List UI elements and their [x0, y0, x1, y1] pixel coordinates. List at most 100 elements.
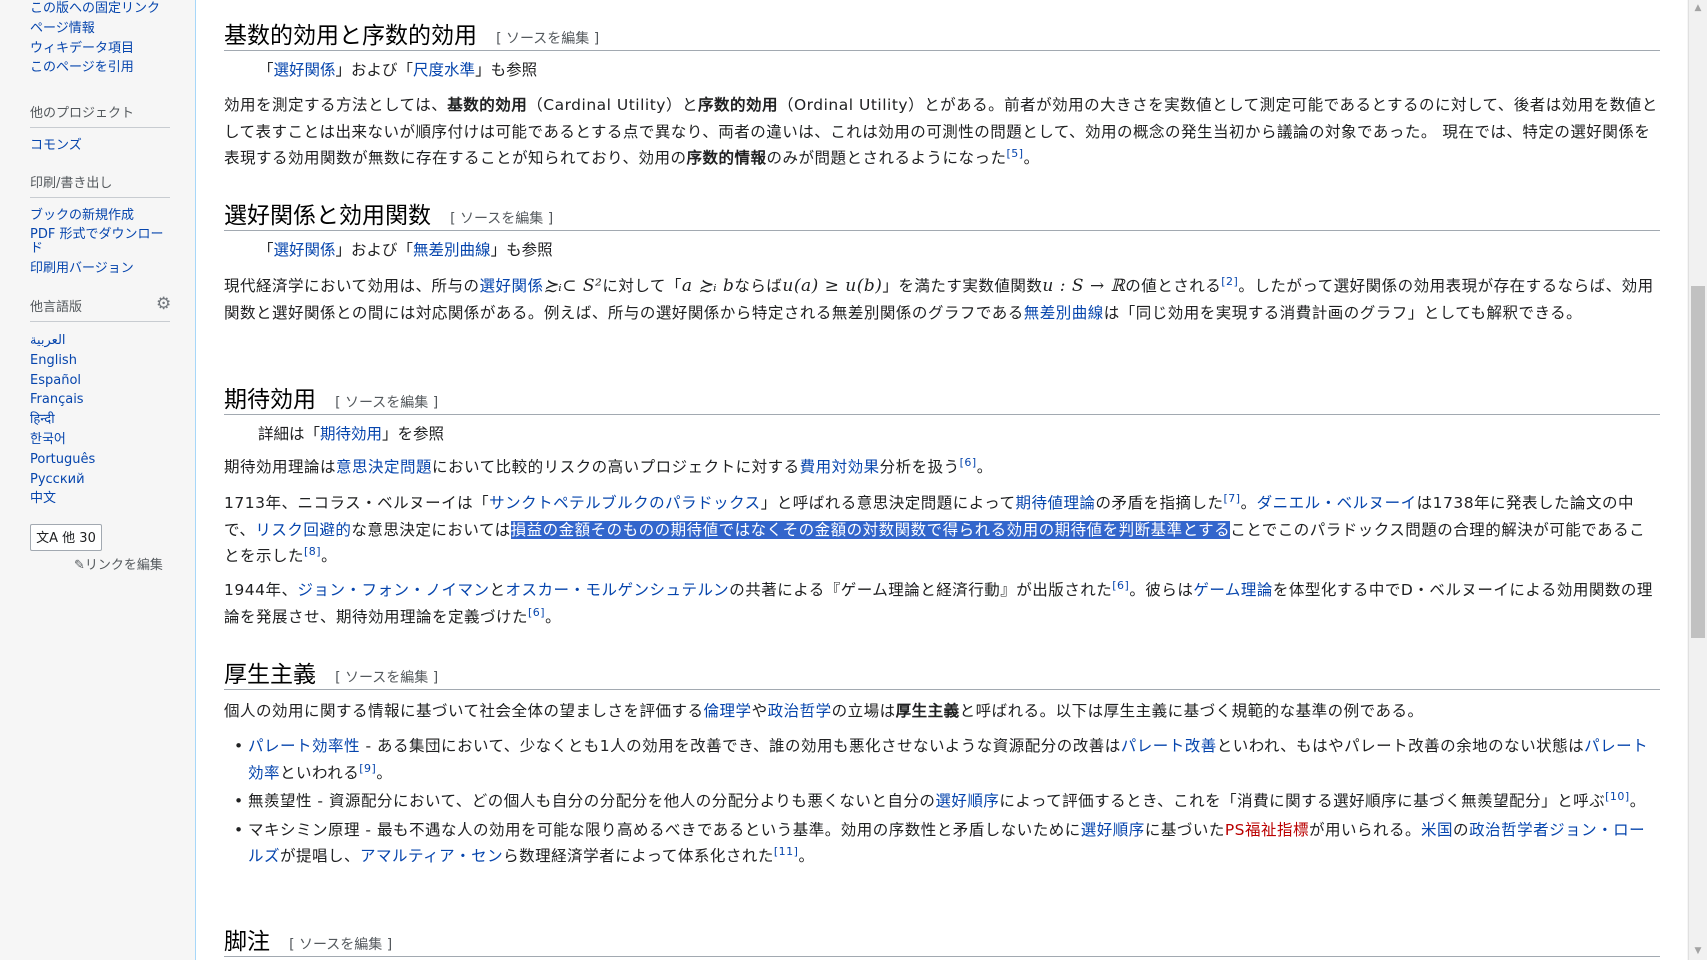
text: 1713年、ニコラス・ベルヌーイは「 — [224, 494, 490, 512]
section-title: 期待効用 — [224, 387, 316, 413]
link-pareto-improvement[interactable]: パレート改善 — [1121, 737, 1217, 755]
languages-heading: 他言語版 — [30, 296, 170, 322]
lang-hi[interactable]: हिन्दी — [30, 410, 180, 430]
text: によって評価するとき、これを「消費に関する選好順序に基づく無羨望配分」と呼ぶ — [999, 792, 1606, 810]
link-preference-relation[interactable]: 選好関係 — [274, 241, 336, 259]
text: の — [1453, 820, 1470, 839]
permanent-link[interactable]: この版への固定リンク — [30, 0, 180, 19]
text: 。 — [545, 607, 562, 626]
reference-link[interactable]: [2] — [1221, 275, 1238, 288]
math-formula: a ≿ᵢ b — [681, 276, 735, 296]
hat-text: 」を参照 — [382, 425, 445, 443]
lang-fr[interactable]: Français — [30, 390, 180, 410]
link-pareto-efficiency[interactable]: パレート効率性 — [248, 737, 360, 755]
edit-source-link[interactable]: [ ソースを編集 ] — [335, 395, 438, 411]
text: 。 — [976, 458, 993, 476]
download-pdf-link[interactable]: PDF 形式でダウンロード — [30, 227, 175, 256]
bold-term: 厚生主義 — [895, 702, 960, 720]
edit-source-link[interactable]: [ ソースを編集 ] — [496, 31, 599, 47]
lang-es[interactable]: Español — [30, 371, 180, 391]
math-formula: u : S → ℝ — [1042, 276, 1126, 296]
link-preference-order[interactable]: 選好順序 — [1081, 821, 1145, 839]
text: は「同じ効用を実現する消費計画のグラフ」としても解釈できる。 — [1103, 303, 1583, 322]
create-book-link[interactable]: ブックの新規作成 — [30, 206, 180, 226]
reference-link[interactable]: [7] — [1223, 492, 1240, 505]
text: や — [751, 702, 768, 720]
scroll-down-arrow-icon[interactable]: ▼ — [1689, 943, 1707, 960]
text: 効用を測定する方法としては、 — [224, 96, 448, 114]
link-ethics[interactable]: 倫理学 — [704, 702, 752, 720]
text: 。 — [321, 547, 338, 565]
reference-link[interactable]: [6] — [960, 456, 977, 469]
text: 期待効用理論は — [224, 458, 337, 476]
criteria-list: パレート効率性 - ある集団において、少なくとも1人の効用を改善でき、誰の効用も… — [224, 733, 1660, 872]
see-also-note: 「選好関係」および「無差別曲線」も参照 — [258, 238, 553, 260]
link-indifference-curve[interactable]: 無差別曲線 — [1024, 304, 1104, 322]
scrollbar-thumb[interactable] — [1691, 286, 1705, 638]
text: といわれる — [280, 763, 360, 782]
link-st-petersburg-paradox[interactable]: サンクトペテルブルクのパラドックス — [489, 494, 761, 512]
edit-interlanguage-links[interactable]: ✎リンクを編集 — [74, 554, 163, 573]
link-risk-aversion[interactable]: リスク回避的 — [255, 521, 351, 539]
printable-version-link[interactable]: 印刷用バージョン — [30, 259, 180, 279]
reference-link[interactable]: [10] — [1605, 790, 1630, 803]
edit-source-link[interactable]: [ ソースを編集 ] — [289, 937, 392, 953]
link-political-philosopher[interactable]: 政治哲学者 — [1469, 821, 1549, 839]
more-languages-button[interactable]: 文A 他 30 — [30, 524, 102, 551]
text: に基づいた — [1144, 820, 1225, 839]
reference-link[interactable]: [9] — [359, 761, 376, 774]
hat-text: 詳細は「 — [258, 425, 321, 443]
link-preference-relation[interactable]: 選好関係 — [274, 61, 336, 79]
scroll-up-arrow-icon[interactable]: ▲ — [1689, 0, 1707, 17]
gear-icon[interactable]: ⚙ — [156, 294, 171, 314]
reference-link[interactable]: [8] — [304, 545, 321, 558]
link-decision-problem[interactable]: 意思決定問題 — [336, 458, 432, 476]
link-indifference-curve[interactable]: 無差別曲線 — [413, 241, 491, 259]
link-preference-order[interactable]: 選好順序 — [935, 792, 999, 810]
link-expected-value-theory[interactable]: 期待値理論 — [1015, 494, 1095, 512]
section-heading-preference-utility-function: 選好関係と効用関数 [ ソースを編集 ] — [224, 196, 1660, 231]
other-projects-portlet: 他のプロジェクト コモンズ — [30, 102, 180, 156]
text: と — [489, 581, 506, 599]
link-john-von-neumann[interactable]: ジョン・フォン・ノイマン — [297, 581, 489, 599]
link-preference-relation[interactable]: 選好関係 — [480, 277, 544, 295]
hat-text: 「 — [258, 61, 274, 79]
reference-link[interactable]: [11] — [774, 845, 799, 858]
edit-source-link[interactable]: [ ソースを編集 ] — [450, 211, 553, 227]
text: 。 — [798, 847, 815, 865]
hat-text: 」および「 — [335, 241, 414, 259]
lang-en[interactable]: English — [30, 351, 180, 371]
language-list: العربية English Español Français हिन्दी … — [30, 331, 180, 509]
lang-ar[interactable]: العربية — [30, 331, 180, 351]
link-political-philosophy[interactable]: 政治哲学 — [768, 702, 832, 720]
lang-zh[interactable]: 中文 — [30, 489, 180, 509]
reference-link[interactable]: [5] — [1006, 147, 1023, 160]
article-content: 基数的効用と序数的効用 [ ソースを編集 ] 「選好関係」および「尺度水準」も参… — [195, 0, 1687, 960]
link-expected-utility[interactable]: 期待効用 — [320, 425, 382, 443]
text: が提唱し、 — [280, 847, 361, 865]
link-daniel-bernoulli[interactable]: ダニエル・ベルヌーイ — [1257, 494, 1417, 512]
text: マキシミン原理 - 最も不遇な人の効用を可能な限り高めるべきであるという基準。効… — [248, 820, 1081, 839]
link-cost-effectiveness[interactable]: 費用対効果 — [800, 458, 880, 476]
link-level-of-measurement[interactable]: 尺度水準 — [413, 61, 475, 79]
link-united-states[interactable]: 米国 — [1421, 821, 1453, 839]
link-oskar-morgenstern[interactable]: オスカー・モルゲンシュテルン — [505, 581, 729, 599]
selected-text[interactable]: 損益の金額そのものの期待値ではなくその金額の対数関数で得られる効用の期待値を判断… — [510, 520, 1231, 539]
edit-source-link[interactable]: [ ソースを編集 ] — [335, 670, 438, 686]
lang-pt[interactable]: Português — [30, 450, 180, 470]
wikidata-item-link[interactable]: ウィキデータ項目 — [30, 39, 180, 59]
cite-page-link[interactable]: このページを引用 — [30, 58, 180, 78]
text: 」と呼ばれる意思決定問題によって — [760, 494, 1016, 512]
lang-ru[interactable]: Русский — [30, 470, 180, 490]
link-amartya-sen[interactable]: アマルティア・セン — [360, 847, 503, 865]
reference-link[interactable]: [6] — [1112, 579, 1129, 592]
link-ps-welfare-index[interactable]: PS福祉指標 — [1225, 821, 1309, 839]
commons-link[interactable]: コモンズ — [30, 136, 180, 156]
link-game-theory[interactable]: ゲーム理論 — [1193, 581, 1273, 599]
text: の立場は — [831, 702, 896, 720]
lang-ko[interactable]: 한국어 — [30, 430, 180, 450]
page-info-link[interactable]: ページ情報 — [30, 19, 180, 39]
reference-link[interactable]: [6] — [528, 605, 545, 618]
text: において比較的リスクの高いプロジェクトに対する — [432, 458, 800, 476]
vertical-scrollbar[interactable]: ▲ ▼ — [1688, 0, 1707, 960]
